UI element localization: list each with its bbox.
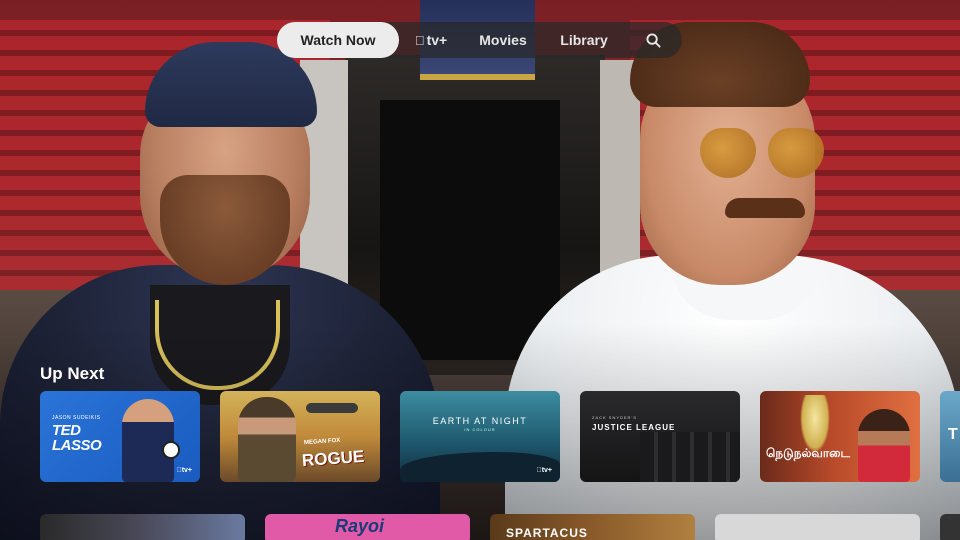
tile-subtitle: ZACK SNYDER'S <box>592 415 637 420</box>
tile-justice-league[interactable]: ZACK SNYDER'S JUSTICE LEAGUE <box>580 391 740 482</box>
tile-art-figure <box>122 399 174 482</box>
search-icon <box>646 32 661 48</box>
tile-subtitle: IN COLOUR <box>464 427 496 432</box>
apple-tv-plus-badge: tv+ <box>176 467 192 474</box>
soccer-ball-icon <box>162 441 180 459</box>
helicopter-icon <box>306 403 358 413</box>
apple-tv-plus-badge: tv+ <box>536 467 552 474</box>
tile-title: ROGUE <box>301 446 365 471</box>
tab-apple-tv-plus[interactable]:  tv+ <box>399 22 463 58</box>
tile-ted-lasso[interactable]: JASON SUDEIKIS TED LASSO tv+ <box>40 391 200 482</box>
tile-tamil-film[interactable]: நெடுநல்வாடை <box>760 391 920 482</box>
tab-movies[interactable]: Movies <box>463 22 543 58</box>
tile-rogue[interactable]: MEGAN FOX ROGUE <box>220 391 380 482</box>
tab-search[interactable] <box>625 22 682 58</box>
row2-tile-1[interactable] <box>40 514 245 540</box>
tile-title: நெடுநல்வாடை <box>766 446 851 460</box>
row2-tile-spartacus[interactable]: SPARTACUS <box>490 514 695 540</box>
top-navigation: Watch Now  tv+ Movies Library <box>277 22 682 58</box>
tile-title: JUSTICE LEAGUE <box>592 423 676 432</box>
tile-art-figure <box>238 397 296 482</box>
tab-watch-now[interactable]: Watch Now <box>277 22 399 58</box>
tile-art-figures <box>640 432 740 482</box>
tile-title: T <box>948 426 958 443</box>
tile-title: Rayoi <box>335 516 385 536</box>
tile-title: EARTH AT NIGHT <box>432 416 528 426</box>
tile-subtitle: MEGAN FOX <box>303 437 341 447</box>
tile-earth-at-night[interactable]: EARTH AT NIGHT IN COLOUR tv+ <box>400 391 560 482</box>
tile-art-figure <box>858 409 910 482</box>
tab-library[interactable]: Library <box>543 22 625 58</box>
tile-presenter: JASON SUDEIKIS <box>52 415 101 421</box>
tab-apple-tv-plus-label: tv+ <box>421 32 448 48</box>
tile-title: SPARTACUS <box>506 526 588 540</box>
row2-tile-4[interactable] <box>715 514 920 540</box>
tile-partial[interactable]: T <box>940 391 960 482</box>
apple-logo-icon:  <box>415 33 425 48</box>
up-next-row: JASON SUDEIKIS TED LASSO tv+ MEGAN FOX … <box>40 391 960 482</box>
up-next-heading: Up Next <box>40 364 105 383</box>
row2-tile-rayoi[interactable]: Rayoi <box>265 514 470 540</box>
tile-title: TED LASSO <box>52 422 102 454</box>
row2-tile-5[interactable] <box>940 514 960 540</box>
tile-art-grain <box>800 395 830 453</box>
